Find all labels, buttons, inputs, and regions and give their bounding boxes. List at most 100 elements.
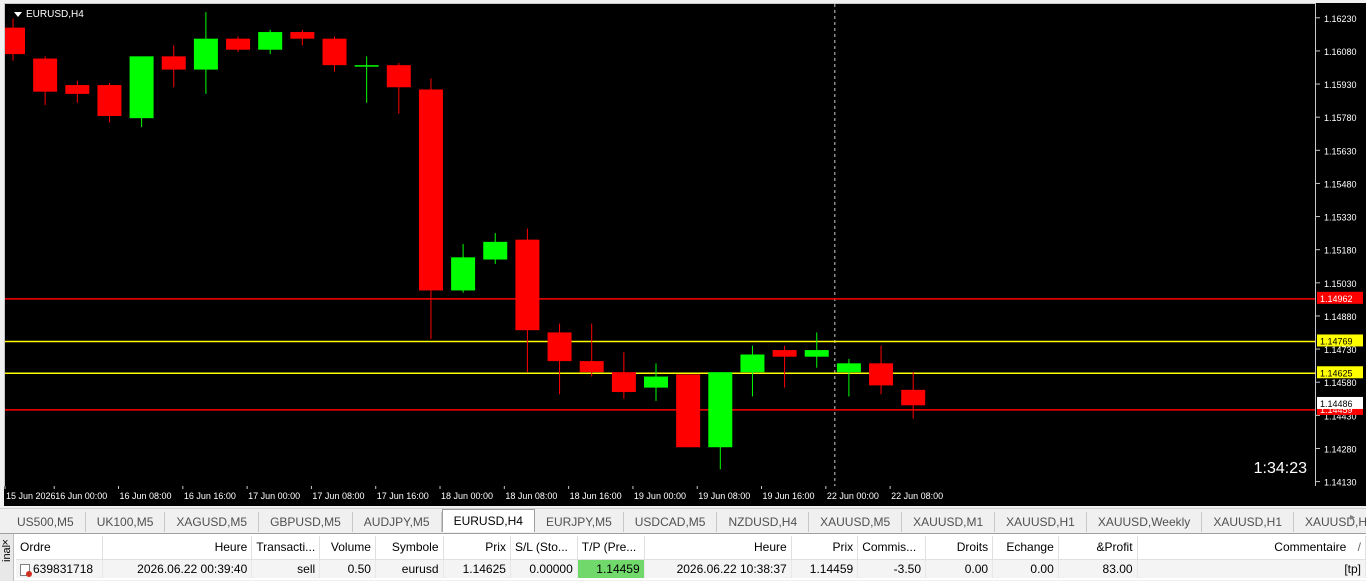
cell-sl: 0.00000 bbox=[510, 559, 578, 578]
candle bbox=[322, 36, 347, 72]
price-axis-svg: 1.16230 1.16080 1.15930 1.15780 1.15630 1.154… bbox=[1316, 14, 1363, 486]
chart-window[interactable]: EURUSD,H4 1:34:23 1.16230 1.16080 1.15930 1… bbox=[0, 0, 1366, 508]
tab-eurjpy-m5[interactable]: EURJPY,M5 bbox=[535, 512, 624, 532]
cell-transaction: sell bbox=[251, 559, 321, 578]
col-header-droits[interactable]: Droits bbox=[925, 536, 994, 560]
candle-body bbox=[354, 65, 379, 67]
cell-prix: 1.14625 bbox=[443, 559, 511, 578]
cell-ordre: 639831718 bbox=[16, 559, 104, 578]
cell-volume: 0.50 bbox=[319, 559, 376, 578]
candle bbox=[258, 29, 283, 55]
candle-body bbox=[451, 257, 476, 291]
candle-body bbox=[644, 376, 668, 388]
cell-heure-close: 2026.06.22 10:38:37 bbox=[644, 559, 792, 578]
col-header-volume[interactable]: Volume bbox=[319, 536, 376, 560]
table-row[interactable]: 639831718 2026.06.22 00:39:40 sell 0.50 … bbox=[16, 559, 1366, 578]
price-axis[interactable]: 1.16230 1.16080 1.15930 1.15780 1.15630 1.154… bbox=[1315, 3, 1366, 486]
candle bbox=[515, 228, 540, 373]
candle bbox=[611, 352, 636, 399]
time-tick-label: 17 Jun 16:00 bbox=[377, 491, 429, 501]
time-tick-label: 22 Jun 08:00 bbox=[891, 491, 943, 501]
candle-body bbox=[129, 56, 154, 119]
candle-body bbox=[193, 38, 218, 70]
candle-body bbox=[226, 38, 251, 50]
candle-body bbox=[322, 38, 347, 66]
candle-body bbox=[901, 389, 926, 406]
candle bbox=[451, 244, 476, 293]
axis-corner bbox=[1315, 486, 1366, 506]
price-tick-label: 1.14580 bbox=[1324, 378, 1357, 388]
chart-area[interactable]: EURUSD,H4 1:34:23 bbox=[4, 3, 1316, 487]
col-header-commission[interactable]: Commis... bbox=[857, 536, 927, 560]
candle bbox=[547, 323, 572, 395]
time-tick-label: 22 Jun 00:00 bbox=[827, 491, 879, 501]
price-label-text: 1.14625 bbox=[1320, 368, 1353, 378]
tab-xauusd-h1[interactable]: XAUUSD,H1 bbox=[1202, 512, 1294, 532]
candle-body bbox=[483, 241, 508, 260]
candle-body bbox=[772, 350, 797, 357]
col-header-tp[interactable]: T/P (Pre... bbox=[577, 536, 645, 560]
time-tick-label: 18 Jun 00:00 bbox=[441, 491, 493, 501]
candle bbox=[418, 78, 443, 340]
col-header-profit[interactable]: &Profit bbox=[1058, 536, 1138, 560]
tab-xauusd-m5[interactable]: XAUUSD,M5 bbox=[809, 512, 903, 532]
col-header-prix-close[interactable]: Prix bbox=[791, 536, 859, 560]
candle bbox=[65, 80, 90, 103]
col-header-echange[interactable]: Echange bbox=[992, 536, 1059, 560]
col-header-prix[interactable]: Prix bbox=[443, 536, 511, 560]
candle bbox=[33, 56, 58, 105]
tab-eurusd-h4[interactable]: EURUSD,H4 bbox=[441, 509, 535, 532]
col-header-ordre[interactable]: Ordre bbox=[16, 536, 104, 560]
time-tick-label: 17 Jun 08:00 bbox=[312, 491, 364, 501]
col-header-symbole[interactable]: Symbole bbox=[375, 536, 444, 560]
time-tick-label: 19 Jun 08:00 bbox=[698, 491, 750, 501]
candle-body bbox=[804, 350, 829, 357]
price-tick-label: 1.15480 bbox=[1324, 179, 1357, 189]
candle bbox=[161, 45, 186, 88]
chart-title[interactable]: EURUSD,H4 bbox=[14, 9, 84, 20]
cell-ordre-value: 639831718 bbox=[33, 561, 94, 576]
candle-body bbox=[65, 85, 90, 94]
tab-us500-m5[interactable]: US500,M5 bbox=[6, 512, 86, 532]
chart-menu-triangle-icon[interactable] bbox=[14, 12, 22, 17]
time-tick-label: 18 Jun 08:00 bbox=[505, 491, 557, 501]
terminal-side-label: inal bbox=[1, 544, 13, 562]
cell-commentaire: [tp] bbox=[1137, 559, 1366, 578]
tab-gbpusd-m5[interactable]: GBPUSD,M5 bbox=[259, 512, 353, 532]
tab-uk100-m5[interactable]: UK100,M5 bbox=[86, 512, 166, 532]
tab-nzdusd-h4[interactable]: NZDUSD,H4 bbox=[717, 512, 810, 532]
candle bbox=[193, 12, 218, 94]
terminal-side-bar: × inal bbox=[0, 534, 14, 581]
trade-history-table: Ordre Heure Transacti... Volume Symbole … bbox=[16, 536, 1366, 578]
time-tick-label: 15 Jun 2026 bbox=[6, 491, 56, 501]
price-tick-label: 1.14880 bbox=[1324, 312, 1357, 322]
tab-audjpy-m5[interactable]: AUDJPY,M5 bbox=[353, 512, 442, 532]
col-header-transaction[interactable]: Transacti... bbox=[251, 536, 321, 560]
price-tick-label: 1.15780 bbox=[1324, 113, 1357, 123]
candle bbox=[676, 374, 701, 448]
col-header-sl[interactable]: S/L (Sto... bbox=[510, 536, 578, 560]
tab-xauusd-m1[interactable]: XAUUSD,M1 bbox=[902, 512, 996, 532]
candle bbox=[226, 36, 251, 52]
cell-profit: 83.00 bbox=[1058, 559, 1138, 578]
cell-tp: 1.14459 bbox=[577, 559, 645, 578]
candle-body bbox=[611, 372, 636, 393]
tab-xauusd-weekly[interactable]: XAUUSD,Weekly bbox=[1087, 512, 1203, 532]
tab-xauusd-h1[interactable]: XAUUSD,H1 bbox=[995, 512, 1087, 532]
price-tick-label: 1.16230 bbox=[1324, 14, 1357, 24]
tab-xagusd-m5[interactable]: XAGUSD,M5 bbox=[165, 512, 260, 532]
candlestick-chart[interactable] bbox=[5, 4, 1316, 487]
col-header-heure[interactable]: Heure bbox=[102, 536, 253, 560]
candle-body bbox=[740, 354, 765, 373]
price-tick-label: 1.15930 bbox=[1324, 80, 1357, 90]
time-axis[interactable]: 15 Jun 2026 16 Jun 00:00 16 Jun 08:00 16 Ju… bbox=[4, 486, 1315, 506]
col-header-heure-close[interactable]: Heure bbox=[644, 536, 792, 560]
cell-symbole: eurusd bbox=[375, 559, 444, 578]
chart-tabs-bar: US500,M5 UK100,M5 XAGUSD,M5 GBPUSD,M5 AUDJPY… bbox=[0, 508, 1366, 532]
tab-usdcad-m5[interactable]: USDCAD,M5 bbox=[624, 512, 718, 532]
tabs-scroll-right-icon[interactable]: ▸ bbox=[1350, 512, 1362, 526]
col-header-commentaire[interactable]: Commentaire / bbox=[1137, 536, 1366, 560]
candle bbox=[869, 345, 894, 395]
candle-body bbox=[5, 27, 25, 55]
candle bbox=[644, 363, 668, 401]
